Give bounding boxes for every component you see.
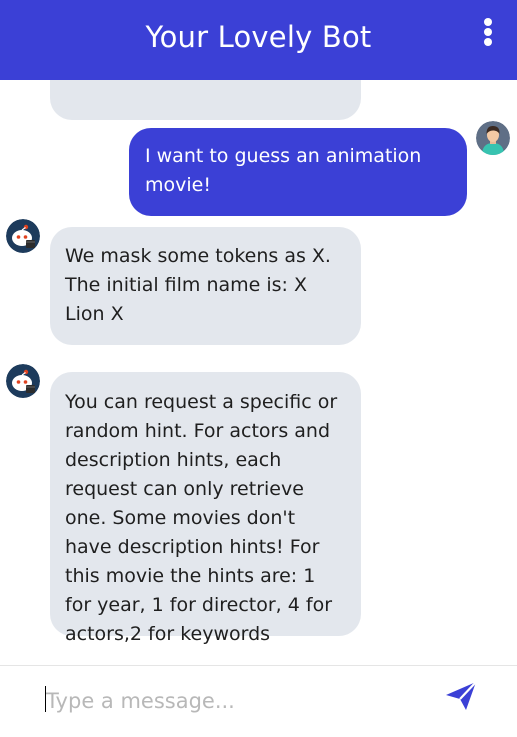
- bot-message: [50, 80, 361, 120]
- chat-title: Your Lovely Bot: [145, 20, 372, 54]
- bot-message-text: You can request a specific or random hin…: [65, 391, 338, 645]
- bot-avatar-icon: [6, 219, 40, 253]
- bot-message: You can request a specific or random hin…: [50, 372, 361, 645]
- user-message: I want to guess an animation movie!: [129, 128, 467, 216]
- user-avatar-icon: [476, 121, 510, 155]
- user-message-text: I want to guess an animation movie!: [145, 145, 422, 196]
- bot-message: We mask some tokens as X. The initial fi…: [50, 227, 361, 345]
- text-caret: [45, 686, 46, 712]
- chat-app: Your Lovely Bot I want to guess an anima…: [0, 0, 517, 737]
- send-icon[interactable]: [444, 679, 478, 713]
- composer-bar: [0, 665, 517, 737]
- chat-header: Your Lovely Bot: [0, 0, 517, 80]
- message-input[interactable]: [46, 684, 406, 718]
- bot-avatar-icon: [6, 364, 40, 398]
- bot-message-text: We mask some tokens as X. The initial fi…: [65, 245, 331, 325]
- message-list[interactable]: I want to guess an animation movie! We m…: [0, 80, 517, 665]
- more-vertical-icon[interactable]: [481, 18, 495, 48]
